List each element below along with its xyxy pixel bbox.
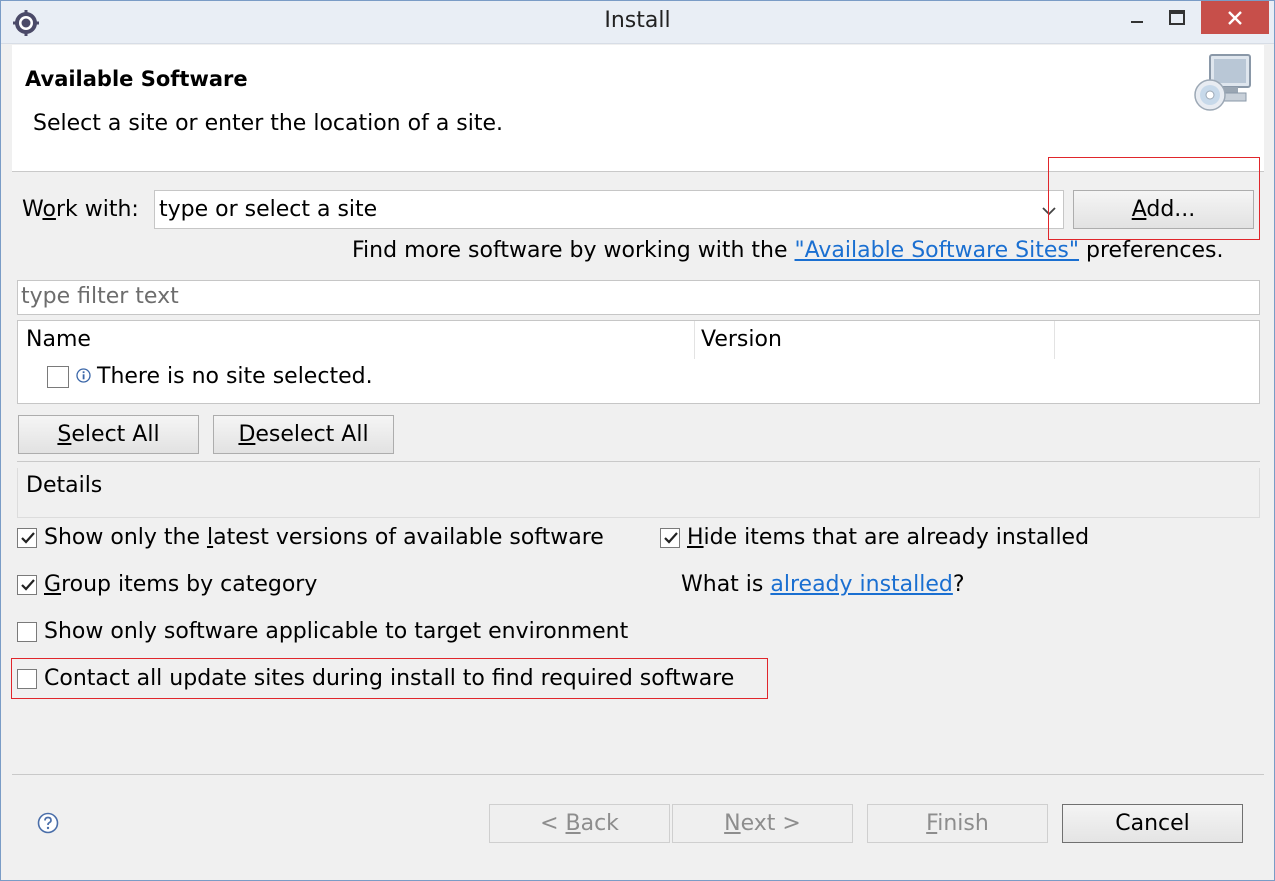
page-description: Select a site or enter the location of a… — [33, 111, 504, 136]
group-by-category-label[interactable]: Group items by category — [44, 572, 317, 597]
group-by-category-checkbox[interactable] — [17, 575, 37, 595]
window-title: Install — [604, 8, 671, 33]
contact-option-highlight — [11, 658, 768, 699]
column-header-name[interactable]: Name — [18, 321, 695, 359]
work-with-label: Work with: — [22, 197, 139, 222]
info-icon — [76, 368, 91, 383]
maximize-icon — [1169, 9, 1185, 25]
hide-installed-label[interactable]: Hide items that are already installed — [687, 525, 1089, 550]
details-separator — [17, 461, 1260, 462]
finish-button[interactable]: Finish — [867, 804, 1048, 843]
available-software-sites-link[interactable]: "Available Software Sites" — [795, 238, 1080, 263]
page-title: Available Software — [25, 67, 248, 91]
deselect-all-label: Deselect All — [238, 422, 369, 447]
checkmark-icon — [21, 532, 35, 544]
row-checkbox[interactable] — [47, 366, 69, 388]
table-row[interactable]: There is no site selected. — [18, 359, 1259, 395]
column-header-version[interactable]: Version — [695, 321, 1055, 359]
latest-versions-label[interactable]: Show only the latest versions of availab… — [44, 525, 604, 550]
close-icon — [1228, 10, 1242, 25]
footer-separator — [12, 774, 1264, 775]
select-all-button[interactable]: Select All — [18, 415, 199, 454]
maximize-button[interactable] — [1157, 1, 1197, 34]
checkmark-icon — [664, 532, 678, 544]
monitor-cd-icon — [1194, 54, 1251, 111]
title-bar: Install — [1, 1, 1274, 44]
already-installed-link[interactable]: already installed — [770, 572, 953, 597]
back-button-label: < Back — [540, 811, 619, 836]
minimize-icon — [1131, 20, 1143, 23]
cancel-button-label: Cancel — [1115, 811, 1190, 836]
work-with-value[interactable]: type or select a site — [159, 197, 377, 222]
work-with-combo[interactable]: type or select a site — [154, 190, 1064, 229]
next-button[interactable]: Next > — [672, 804, 853, 843]
deselect-all-button[interactable]: Deselect All — [213, 415, 394, 454]
install-dialog: Install Available Software Select a site… — [0, 0, 1275, 881]
next-button-label: Next > — [724, 811, 801, 836]
select-all-label: Select All — [57, 422, 160, 447]
column-header-filler — [1055, 321, 1259, 359]
cancel-button[interactable]: Cancel — [1062, 804, 1243, 843]
applicable-target-checkbox[interactable] — [17, 622, 37, 642]
details-label: Details — [26, 473, 107, 498]
minimize-button[interactable] — [1117, 1, 1157, 34]
hide-installed-checkbox[interactable] — [660, 528, 680, 548]
applicable-target-label[interactable]: Show only software applicable to target … — [44, 619, 628, 644]
row-label: There is no site selected. — [97, 364, 373, 389]
checkmark-icon — [21, 579, 35, 591]
find-more-text: Find more software by working with the "… — [352, 238, 1224, 263]
close-button[interactable] — [1201, 1, 1269, 34]
finish-button-label: Finish — [926, 811, 989, 836]
latest-versions-checkbox[interactable] — [17, 528, 37, 548]
details-group — [17, 468, 1260, 518]
software-table: Name Version There is no site selected. — [17, 320, 1260, 404]
filter-input[interactable]: type filter text — [17, 280, 1260, 315]
add-button-highlight — [1048, 157, 1260, 240]
back-button[interactable]: < Back — [489, 804, 670, 843]
wizard-header: Available Software Select a site or ente… — [12, 45, 1264, 172]
what-is-installed-text: What is already installed? — [681, 572, 965, 597]
help-icon[interactable] — [37, 812, 59, 834]
